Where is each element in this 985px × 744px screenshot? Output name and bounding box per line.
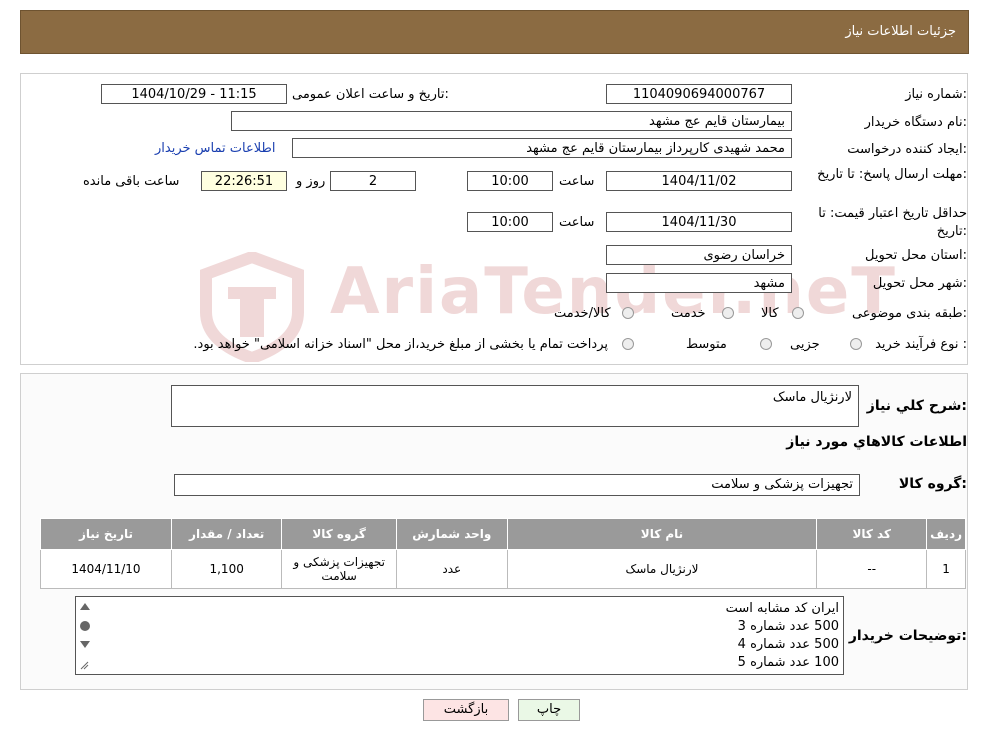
goods-group-label: گروه کالا:	[898, 476, 967, 492]
goods-table: رديف کد کالا نام کالا واحد شمارش گروه کا…	[40, 518, 966, 589]
purchase-minor-label: جزیی	[790, 337, 820, 352]
cell-unit: عدد	[395, 549, 508, 589]
category-label: طبقه بندی موضوعی:	[851, 306, 967, 321]
announce-label: تاریخ و ساعت اعلان عمومی:	[292, 87, 449, 102]
header-quantity: تعداد / مقدار	[170, 518, 283, 550]
category-service-radio[interactable]	[722, 307, 734, 319]
purchase-type-label: نوع فرآیند خرید :	[875, 337, 967, 352]
remaining-time-label: ساعت باقی مانده	[83, 174, 180, 189]
validity-time-field: 10:00	[467, 212, 553, 232]
buyer-note-line: 500 عدد شماره 3	[737, 619, 839, 634]
creator-label: ایجاد کننده درخواست:	[847, 142, 967, 157]
deadline-time-label: ساعت	[559, 174, 595, 189]
print-button[interactable]: چاپ	[518, 699, 580, 721]
cell-item-name: لارنژیال ماسک	[506, 549, 818, 589]
validity-time-label: ساعت	[559, 215, 595, 230]
buyer-org-field: بیمارستان قایم عج مشهد	[231, 111, 792, 131]
header-item-name: نام کالا	[506, 518, 818, 550]
header-item-group: گروه کالا	[281, 518, 397, 550]
days-label: روز و	[296, 174, 326, 189]
need-number-label: شماره نیاز:	[905, 87, 967, 102]
category-goods-service-radio[interactable]	[622, 307, 634, 319]
cell-quantity: 1,100	[170, 549, 283, 589]
goods-info-title: اطلاعات کالاهاي مورد نياز	[786, 434, 967, 450]
need-number-field: 1104090694000767	[606, 84, 792, 104]
buyer-note-line: 500 عدد شماره 4	[737, 637, 839, 652]
deadline-date-field: 1404/11/02	[606, 171, 792, 191]
purchase-minor-radio[interactable]	[850, 338, 862, 350]
summary-label: شرح کلي نياز:	[866, 398, 967, 414]
page-title: جزئیات اطلاعات نیاز	[845, 24, 956, 39]
deadline-time-field: 10:00	[467, 171, 553, 191]
announce-datetime-field: 1404/10/29 - 11:15	[101, 84, 287, 104]
back-button[interactable]: بازگشت	[423, 699, 509, 721]
cell-row-number: 1	[926, 549, 966, 589]
deadline-label: مهلت ارسال پاسخ: تا تاریخ:	[817, 167, 967, 182]
table-row: 1 -- لارنژیال ماسک عدد تجهیزات پزشکی و س…	[40, 549, 966, 589]
buyer-contact-link[interactable]: اطلاعات تماس خریدار	[155, 141, 275, 156]
purchase-medium-label: متوسط	[686, 337, 727, 352]
province-label: استان محل تحویل:	[865, 248, 967, 263]
buyer-note-line: ایران کد مشابه است	[725, 601, 839, 616]
buyer-note-line: 100 عدد شماره 5	[737, 655, 839, 670]
treasury-payment-checkbox[interactable]	[622, 338, 634, 350]
city-field: مشهد	[606, 273, 792, 293]
price-validity-label: حداقل تاریخ اعتبار قیمت: تا تاریخ:	[818, 206, 967, 239]
creator-field: محمد شهیدی کارپرداز بیمارستان قایم عج مش…	[292, 138, 792, 158]
buyer-org-label: نام دستگاه خریدار:	[864, 115, 967, 130]
notes-scrollbar[interactable]	[78, 599, 92, 672]
header-unit: واحد شمارش	[395, 518, 508, 550]
page-header: جزئیات اطلاعات نیاز	[20, 10, 969, 54]
city-label: شهر محل تحویل:	[872, 276, 967, 291]
buyer-notes-textarea[interactable]: ایران کد مشابه است 500 عدد شماره 3 500 ع…	[75, 596, 844, 675]
category-service-label: خدمت	[671, 306, 706, 321]
header-need-date: تاريخ نياز	[40, 518, 172, 550]
header-item-code: کد کالا	[816, 518, 928, 550]
cell-item-group: تجهیزات پزشکی و سلامت	[281, 549, 397, 589]
remaining-time-field: 22:26:51	[201, 171, 287, 191]
cell-item-code: --	[816, 549, 928, 589]
treasury-payment-note: پرداخت تمام یا بخشی از مبلغ خرید،از محل …	[193, 337, 608, 352]
header-row-number: رديف	[926, 518, 966, 550]
days-remaining-field: 2	[330, 171, 416, 191]
category-goods-label: کالا	[761, 306, 779, 321]
buyer-notes-label: توضیحات خریدار:	[848, 628, 967, 644]
category-goods-radio[interactable]	[792, 307, 804, 319]
validity-date-field: 1404/11/30	[606, 212, 792, 232]
purchase-medium-radio[interactable]	[760, 338, 772, 350]
summary-textarea[interactable]: لارنژیال ماسک	[171, 385, 859, 427]
goods-group-field: تجهیزات پزشکی و سلامت	[174, 474, 860, 496]
category-goods-service-label: کالا/خدمت	[554, 306, 611, 321]
province-field: خراسان رضوی	[606, 245, 792, 265]
cell-need-date: 1404/11/10	[40, 549, 172, 589]
